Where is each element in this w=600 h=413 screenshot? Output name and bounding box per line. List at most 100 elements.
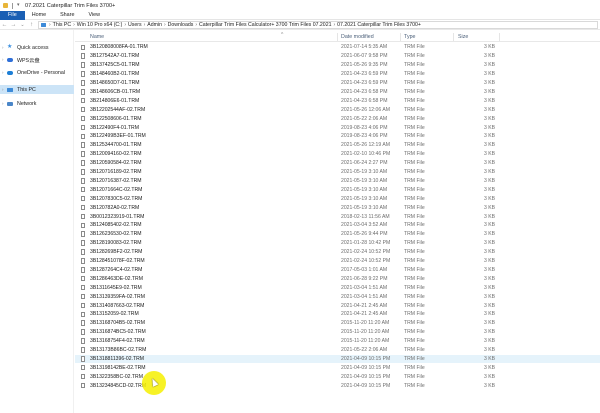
file-row[interactable]: 3B120094160-02.TRM 2021-02-10 10:46 PM TRM… <box>75 150 600 159</box>
file-row[interactable]: 3B1207830C5-02.TRM 2021-05-19 3:10 AM TRM … <box>75 194 600 203</box>
file-row[interactable]: 3B128269BF2-02.TRM 2021-02-24 10:52 PM TRM… <box>75 248 600 257</box>
file-row[interactable]: 3B1287264C4-02.TRM 2017-05-03 1:01 AM TRM … <box>75 266 600 275</box>
file-size: 3 KB <box>483 347 495 354</box>
file-name: 3B1311645E9-02.TRM <box>90 284 142 291</box>
breadcrumb-this-pc[interactable]: This PC <box>53 22 71 28</box>
network-icon <box>7 101 13 106</box>
file-size: 3 KB <box>483 44 495 51</box>
breadcrumb-separator: › <box>163 21 166 28</box>
column-header-name[interactable]: Name <box>90 32 104 42</box>
file-row[interactable]: 3B214806E6-01.TRM 2021-04-23 6:58 PM TRM F… <box>75 96 600 105</box>
breadcrumb-current-folder[interactable]: 07.2021 Caterpillar Trim Files 3700+ <box>337 22 421 28</box>
file-icon <box>81 249 85 255</box>
chevron-right-icon[interactable]: › <box>2 45 4 50</box>
sidebar-item-network[interactable]: › Network <box>0 99 74 108</box>
column-divider[interactable] <box>453 33 454 41</box>
file-date-modified: 2021-05-22 2:06 AM <box>341 347 388 354</box>
file-type: TRM File <box>404 222 425 229</box>
file-type: TRM File <box>404 71 425 78</box>
column-header-date-modified[interactable]: Date modified <box>341 32 374 42</box>
sidebar-item-this-pc[interactable]: › This PC <box>0 85 74 94</box>
file-row[interactable]: 3B13173B86BC-02.TRM 2021-05-22 2:06 AM TRM… <box>75 346 600 355</box>
file-row[interactable]: 3B1286463DE-02.TRM 2021-06-28 9:22 PM TRM … <box>75 274 600 283</box>
file-row[interactable]: 3B148606CB-01.TRM 2021-04-23 6:58 PM TRM F… <box>75 88 600 97</box>
file-row[interactable]: 3B1318811396-02.TRM 2021-04-09 10:15 PM TR… <box>75 354 600 364</box>
file-row[interactable]: 3B137425C5-01.TRM 2021-05-26 9:35 PM TRM F… <box>75 61 600 70</box>
file-row[interactable]: 3B124085402-02.TRM 2021-03-04 3:52 AM TRM … <box>75 221 600 230</box>
column-header-type[interactable]: Type <box>404 32 415 42</box>
file-row[interactable]: 3B1316874BC5-02.TRM 2015-11-20 11:20 AM TR… <box>75 328 600 337</box>
chevron-right-icon[interactable]: › <box>2 101 4 106</box>
file-size: 3 KB <box>483 71 495 78</box>
breadcrumb-admin[interactable]: Admin <box>147 22 162 28</box>
file-row[interactable]: 3B1311645E9-02.TRM 2021-03-04 1:51 AM TRM … <box>75 283 600 292</box>
file-row[interactable]: 3B120716189-02.TRM 2021-05-19 3:10 AM TRM … <box>75 168 600 177</box>
sidebar-item-wps-cloud[interactable]: › WPS云盘 <box>0 55 74 64</box>
file-row[interactable]: 3B12202544AF-02.TRM 2021-05-26 12:06 AM TR… <box>75 105 600 114</box>
file-row[interactable]: 3B120808008FA-01.TRM 2021-07-14 5:35 AM TR… <box>75 43 600 52</box>
file-date-modified: 2021-01-28 10:42 PM <box>341 240 391 247</box>
column-divider[interactable] <box>499 33 500 41</box>
tab-file[interactable]: File <box>0 10 25 20</box>
file-row[interactable]: 3B122508606-01.TRM 2021-05-22 2:06 AM TRM … <box>75 114 600 123</box>
column-divider[interactable] <box>400 33 401 41</box>
column-header-size[interactable]: Size <box>458 32 468 42</box>
sidebar-item-onedrive[interactable]: › OneDrive - Personal <box>0 68 74 77</box>
file-icon <box>81 151 85 157</box>
file-date-modified: 2021-07-14 5:35 AM <box>341 44 388 51</box>
chevron-down-icon[interactable]: ▾ <box>17 3 22 8</box>
chevron-right-icon[interactable]: › <box>2 57 4 62</box>
file-size: 3 KB <box>483 160 495 167</box>
file-row[interactable]: 3B122490F4-01.TRM 2019-08-23 4:06 PM TRM F… <box>75 123 600 132</box>
breadcrumb-downloads[interactable]: Downloads <box>168 22 194 28</box>
up-arrow-icon[interactable]: ↑ <box>27 20 36 29</box>
tab-share[interactable]: Share <box>53 11 81 20</box>
file-row[interactable]: 3B13139359FA-02.TRM 2021-03-04 1:51 AM TRM… <box>75 292 600 301</box>
file-row[interactable]: 3B0012323919-01.TRM 2018-02-13 11:56 AM TR… <box>75 212 600 221</box>
file-row[interactable]: 3B122499B3EF-01.TRM 2019-08-23 4:06 PM TRM… <box>75 132 600 141</box>
column-divider[interactable] <box>337 33 338 41</box>
file-row[interactable]: 3B120782A0-02.TRM 2021-05-19 3:10 AM TRM F… <box>75 203 600 212</box>
breadcrumb-separator: › <box>73 21 75 28</box>
chevron-right-icon[interactable]: › <box>2 70 4 75</box>
file-row[interactable]: 3B127542A7-01.TRM 2021-06-07 9:58 PM TRM F… <box>75 52 600 61</box>
file-row[interactable]: 3B13168754F4-02.TRM 2015-11-20 11:20 AM TR… <box>75 337 600 346</box>
file-row[interactable]: 3B13152059-02.TRM 2021-04-21 2:45 AM TRM F… <box>75 310 600 319</box>
file-icon <box>81 356 85 362</box>
file-row[interactable]: 3B125344700-01.TRM 2021-05-26 12:19 AM TRM… <box>75 141 600 150</box>
file-name: 3B1316874BC5-02.TRM <box>90 329 146 336</box>
recent-locations-icon[interactable]: ⌄ <box>18 20 27 29</box>
file-row[interactable]: 3B128190083-02.TRM 2021-01-28 10:42 PM TRM… <box>75 239 600 248</box>
file-row[interactable]: 3B148650D7-01.TRM 2021-04-23 6:59 PM TRM F… <box>75 79 600 88</box>
breadcrumb-drive[interactable]: Win 10 Pro x64 (C:) <box>77 22 123 28</box>
file-row[interactable]: 3B1314087663-02.TRM 2021-04-21 2:45 AM TRM… <box>75 301 600 310</box>
this-pc-icon <box>7 87 13 92</box>
file-row[interactable]: 3B120590584-02.TRM 2021-06-24 2:27 PM TRM … <box>75 159 600 168</box>
file-icon <box>81 302 85 309</box>
forward-arrow-icon[interactable]: → <box>9 20 18 29</box>
file-name: 3B1287264C4-02.TRM <box>90 266 143 273</box>
file-row[interactable]: 3B12071664C-02.TRM 2021-05-19 3:10 AM TRM … <box>75 185 600 194</box>
chevron-right-icon[interactable]: › <box>2 87 4 92</box>
file-size: 3 KB <box>483 53 495 60</box>
address-bar[interactable]: › This PC › Win 10 Pro x64 (C:) › Users … <box>38 20 598 29</box>
file-row[interactable]: 3B120716387-02.TRM 2021-05-19 3:10 AM TRM … <box>75 177 600 186</box>
file-size: 3 KB <box>483 115 495 122</box>
file-name: 3B127542A7-01.TRM <box>90 53 140 60</box>
file-row[interactable]: 3B13168704B5-02.TRM 2015-11-20 11:20 AM TR… <box>75 319 600 328</box>
file-size: 3 KB <box>483 293 495 300</box>
file-name: 3B12202544AF-02.TRM <box>90 106 146 113</box>
file-row[interactable]: 3B128451078F-02.TRM 2021-02-24 10:52 PM TR… <box>75 257 600 266</box>
file-type: TRM File <box>404 347 425 354</box>
file-icon <box>81 44 85 50</box>
star-icon: ★ <box>7 44 13 50</box>
tab-view[interactable]: View <box>81 11 107 20</box>
sidebar-item-quick-access[interactable]: › ★ Quick access <box>0 43 74 52</box>
file-row[interactable]: 3B148460B2-01.TRM 2021-04-23 6:59 PM TRM F… <box>75 70 600 79</box>
tab-home[interactable]: Home <box>25 11 53 20</box>
back-arrow-icon[interactable]: ← <box>0 20 9 29</box>
file-type: TRM File <box>404 355 425 362</box>
file-row[interactable]: 3B126236530-02.TRM 2021-05-26 9:44 PM TRM … <box>75 230 600 239</box>
breadcrumb-calculator-folder[interactable]: Caterpillar Trim Files Calculator+ 3700 … <box>199 22 331 28</box>
breadcrumb-users[interactable]: Users <box>128 22 142 28</box>
